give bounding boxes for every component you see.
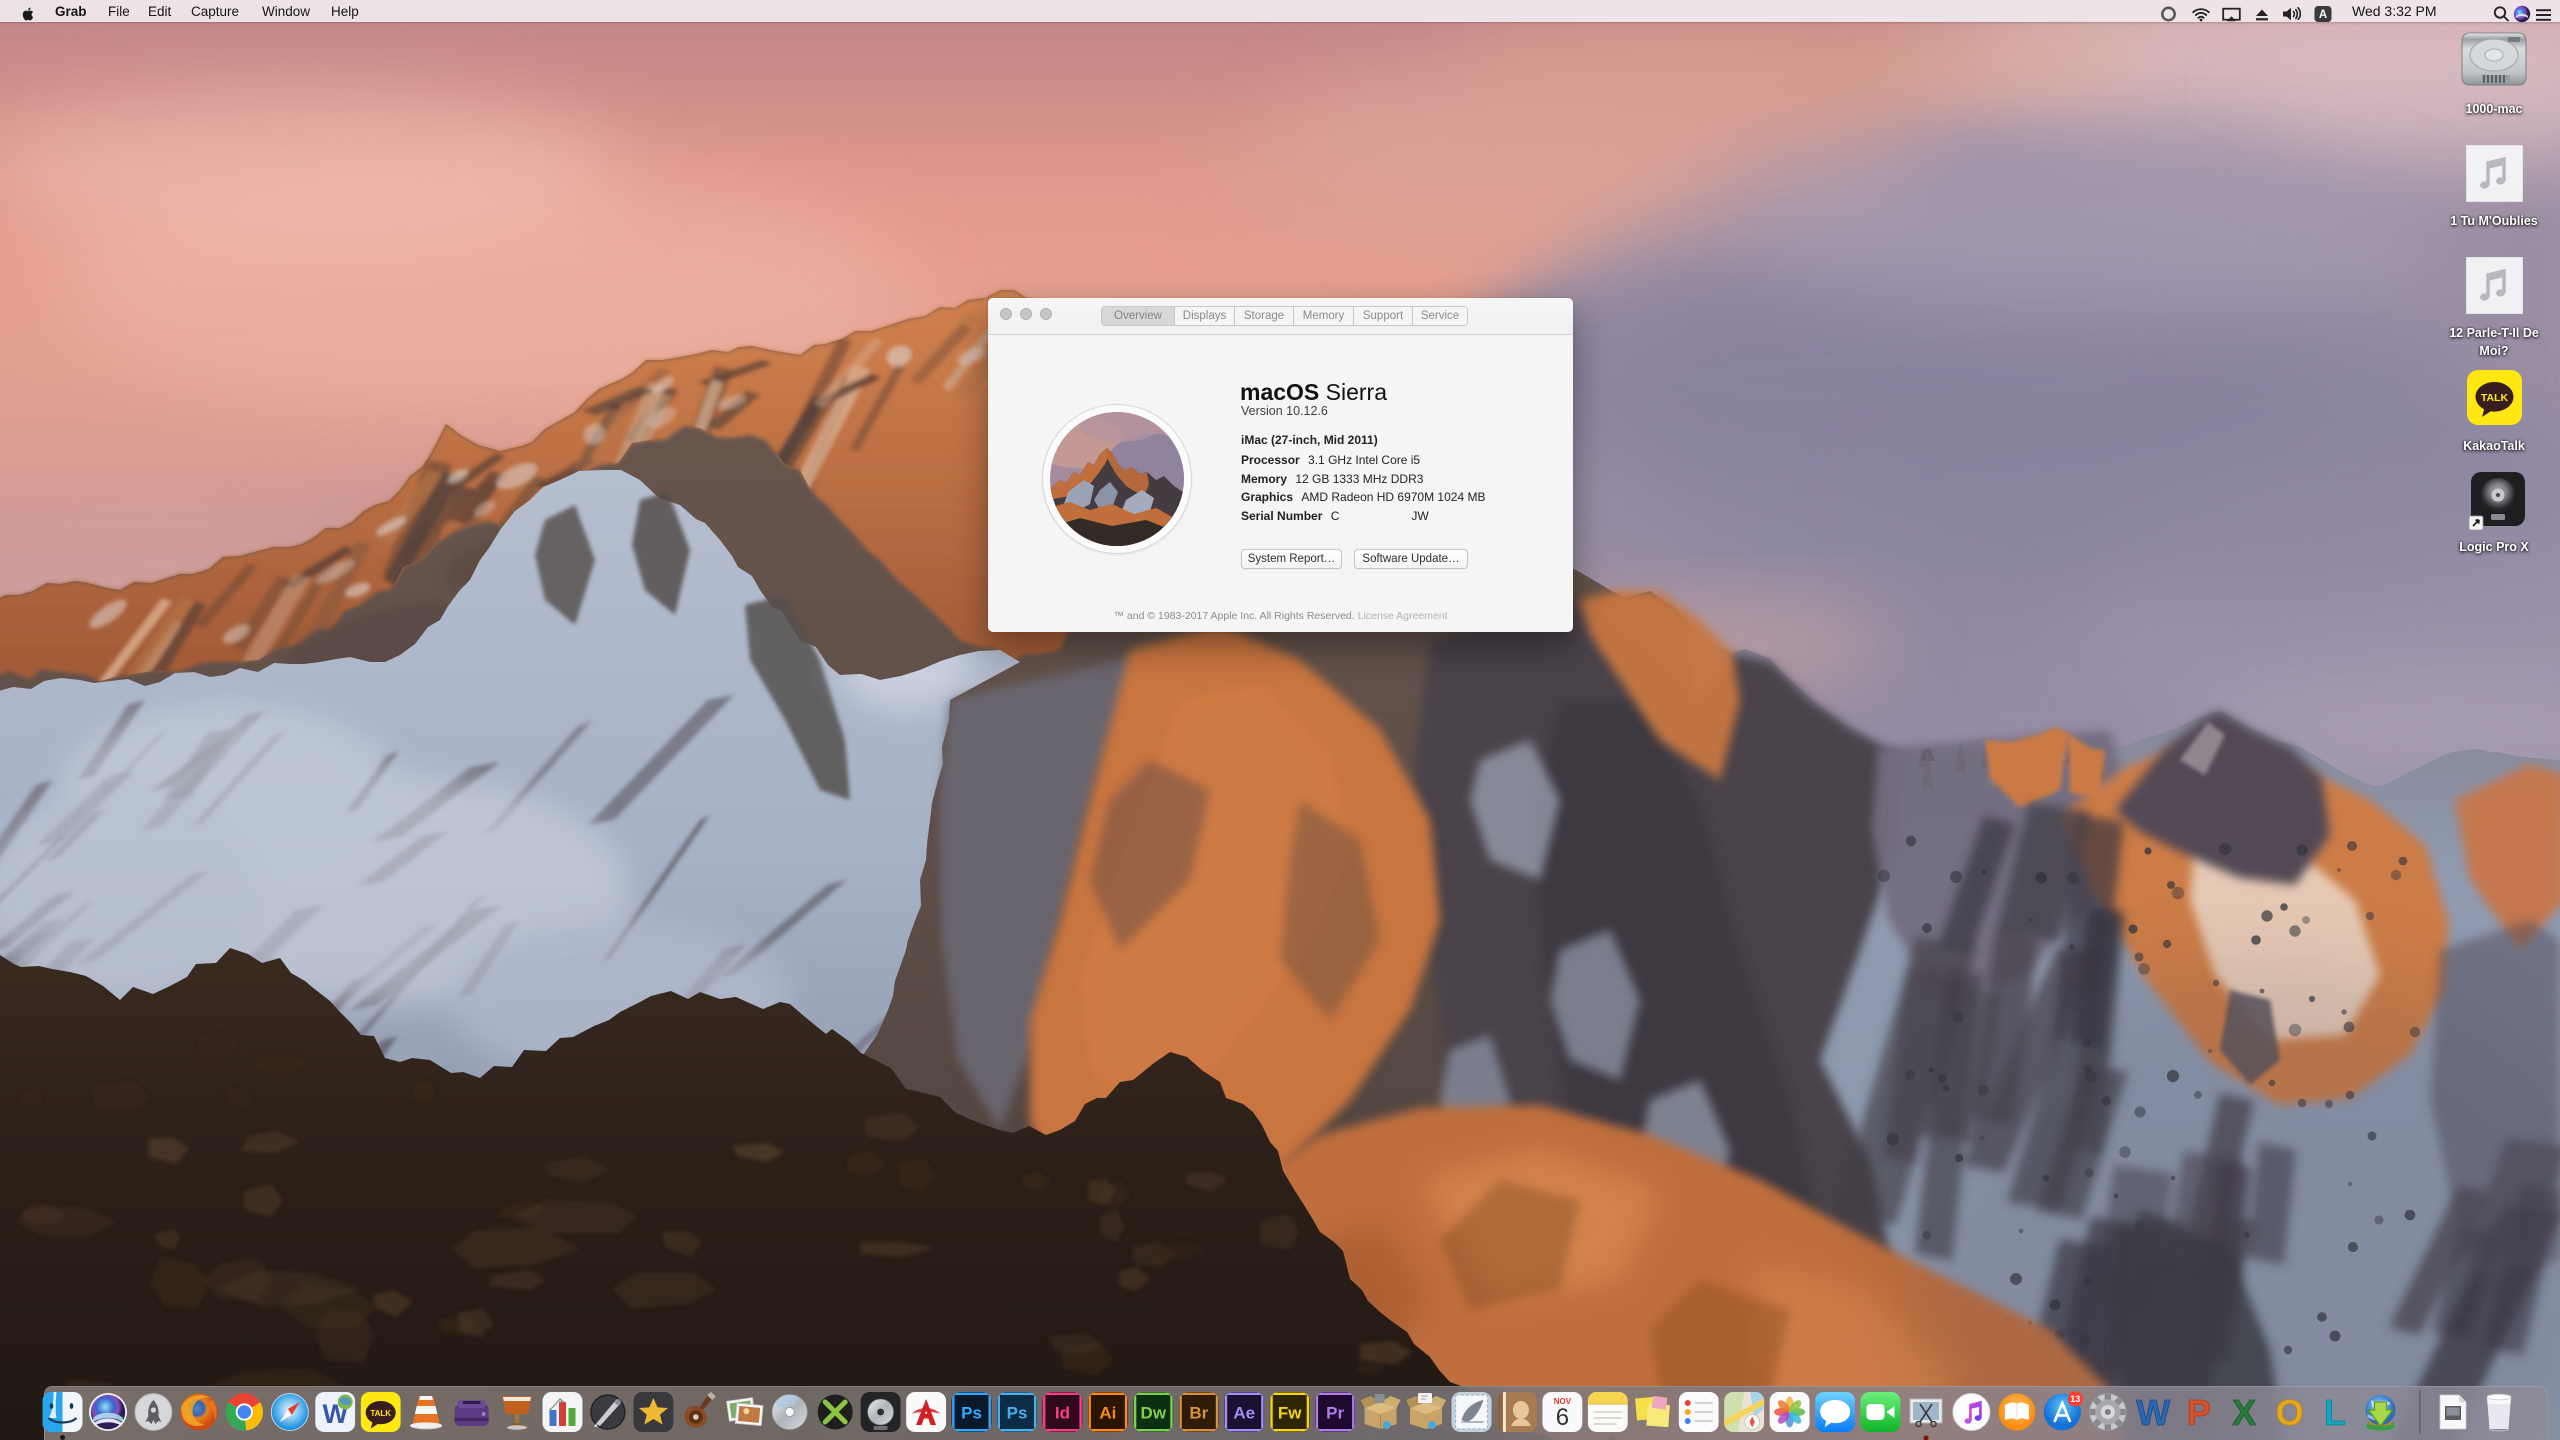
svg-text:Ps: Ps xyxy=(1007,1404,1028,1423)
svg-text:Ps: Ps xyxy=(961,1404,982,1423)
svg-text:Fw: Fw xyxy=(1278,1404,1302,1423)
svg-text:L: L xyxy=(2324,1392,2346,1433)
svg-text:Dw: Dw xyxy=(1141,1404,1167,1423)
svg-text:Id: Id xyxy=(1055,1404,1070,1423)
svg-text:Br: Br xyxy=(1189,1404,1208,1423)
svg-text:O: O xyxy=(2276,1392,2304,1433)
svg-text:A: A xyxy=(2319,9,2327,21)
svg-text:TALK: TALK xyxy=(370,1409,391,1418)
svg-text:Ae: Ae xyxy=(1233,1404,1255,1423)
svg-text:Ai: Ai xyxy=(1099,1404,1116,1423)
svg-text:P: P xyxy=(2187,1392,2211,1433)
svg-text:W: W xyxy=(2136,1392,2170,1433)
svg-text:TALK: TALK xyxy=(2481,392,2509,404)
svg-text:13: 13 xyxy=(2070,1394,2080,1404)
svg-text:6: 6 xyxy=(1556,1404,1569,1431)
svg-text:Pr: Pr xyxy=(1326,1404,1344,1423)
svg-text:X: X xyxy=(2232,1392,2256,1433)
